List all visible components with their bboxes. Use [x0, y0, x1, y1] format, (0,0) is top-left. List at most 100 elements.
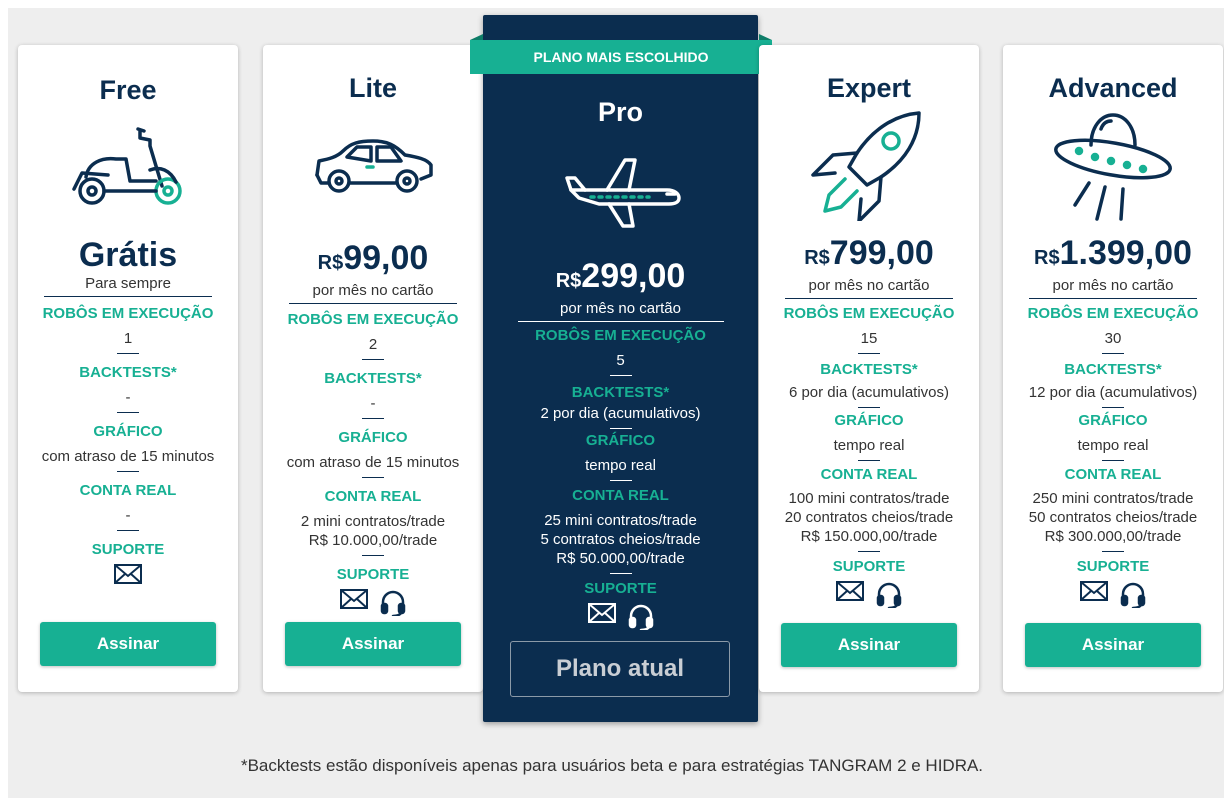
subscribe-button[interactable]: Assinar [1025, 623, 1201, 667]
currency: R$ [555, 270, 582, 292]
support-label: SUPORTE [336, 566, 410, 583]
backtests-footnote: *Backtests estão disponíveis apenas para… [240, 756, 984, 775]
plan-card-lite: Lite R$99,00 por mês no cartão ROBÔS EM … [263, 45, 483, 692]
divider [609, 428, 632, 429]
plan-price: Grátis [78, 236, 178, 274]
backtests-label: BACKTESTS* [571, 384, 670, 401]
plan-name: Expert [826, 73, 912, 103]
headset-icon [380, 590, 406, 616]
subscribe-button[interactable]: Assinar [40, 622, 216, 666]
backtests-value: - [370, 395, 376, 412]
ufo-icon [1054, 113, 1172, 221]
chart-label: GRÁFICO [1078, 412, 1148, 429]
plan-price: R$799,00 [759, 235, 979, 276]
real-account-value: R$ 150.000,00/trade [800, 528, 938, 545]
headset-icon [876, 582, 902, 608]
plan-card-pro: Pro R$299,00 por mês no cartão ROBÔS EM … [483, 15, 758, 722]
car-icon [315, 139, 433, 193]
price-period: por mês no cartão [560, 300, 681, 317]
price-amount: 1.399,00 [1059, 234, 1192, 272]
divider [1102, 460, 1124, 461]
current-plan-button[interactable]: Plano atual [510, 641, 730, 697]
price-amount: 799,00 [829, 234, 934, 272]
price-period: por mês no cartão [808, 277, 930, 294]
plan-price: R$299,00 [483, 258, 758, 299]
divider [117, 471, 139, 472]
subscribe-button[interactable]: Assinar [285, 622, 461, 666]
email-icon [587, 603, 616, 623]
airplane-icon [565, 158, 681, 228]
real-account-label: CONTA REAL [1064, 466, 1162, 483]
real-account-label: CONTA REAL [324, 488, 422, 505]
rocket-icon [811, 111, 921, 221]
chart-label: GRÁFICO [585, 432, 656, 449]
chart-value: com atraso de 15 minutos [41, 448, 215, 465]
divider [609, 573, 632, 574]
robots-label: ROBÔS EM EXECUÇÃO [1027, 305, 1199, 322]
chart-value: tempo real [585, 457, 656, 474]
divider [289, 303, 457, 304]
price-amount: 99,00 [343, 239, 429, 277]
divider [117, 353, 139, 354]
backtests-label: BACKTESTS* [1064, 361, 1162, 378]
real-account-value: 2 mini contratos/trade [300, 513, 446, 530]
real-account-label: CONTA REAL [820, 466, 918, 483]
plan-card-expert: Expert R$799,00 por mês no cartão ROBÔS … [759, 45, 979, 692]
divider [362, 359, 384, 360]
email-icon [836, 581, 864, 601]
subscribe-button[interactable]: Assinar [781, 623, 957, 667]
robots-label: ROBÔS EM EXECUÇÃO [535, 327, 706, 344]
divider [858, 551, 880, 552]
email-icon [1080, 581, 1108, 601]
divider [117, 412, 139, 413]
headset-icon [1120, 582, 1146, 608]
support-label: SUPORTE [91, 541, 165, 558]
divider [44, 296, 212, 297]
real-account-label: CONTA REAL [572, 487, 669, 504]
price-period: por mês no cartão [312, 282, 434, 299]
price-period: por mês no cartão [1052, 277, 1174, 294]
chart-label: GRÁFICO [93, 423, 163, 440]
plan-name: Advanced [1048, 73, 1178, 103]
divider [117, 530, 139, 531]
currency: R$ [804, 247, 830, 269]
real-account-value: 25 mini contratos/trade [544, 512, 697, 529]
real-account-label: CONTA REAL [79, 482, 177, 499]
plan-name: Pro [597, 97, 643, 127]
robots-value: 15 [860, 330, 878, 347]
support-label: SUPORTE [1076, 558, 1150, 575]
plan-card-free: Free Grátis Para sempre ROBÔS EM EXECUÇÃ… [18, 45, 238, 692]
divider [1102, 407, 1124, 408]
real-account-value: R$ 10.000,00/trade [308, 532, 438, 549]
support-label: SUPORTE [584, 580, 657, 597]
robots-value: 2 [368, 336, 378, 353]
most-chosen-ribbon: PLANO MAIS ESCOLHIDO [470, 34, 772, 74]
divider [362, 555, 384, 556]
currency: R$ [1034, 247, 1060, 269]
backtests-label: BACKTESTS* [820, 361, 918, 378]
divider [858, 353, 880, 354]
price-period: Para sempre [85, 275, 171, 292]
divider [609, 375, 632, 376]
headset-icon [628, 604, 653, 630]
plan-price: R$1.399,00 [1003, 235, 1223, 276]
plan-price: R$99,00 [263, 240, 483, 281]
divider [362, 418, 384, 419]
plan-name: Free [99, 75, 157, 105]
real-account-value: R$ 50.000,00/trade [556, 550, 685, 567]
email-icon [340, 589, 368, 609]
robots-label: ROBÔS EM EXECUÇÃO [783, 305, 955, 322]
plan-name: Lite [348, 73, 397, 103]
chart-label: GRÁFICO [338, 429, 408, 446]
robots-value: 30 [1104, 330, 1122, 347]
robots-value: 5 [616, 352, 625, 369]
robots-label: ROBÔS EM EXECUÇÃO [287, 311, 459, 328]
email-icon [114, 564, 142, 584]
divider [517, 321, 724, 322]
divider [1102, 551, 1124, 552]
currency: R$ [317, 252, 344, 274]
divider [1102, 353, 1124, 354]
backtests-label: BACKTESTS* [79, 364, 177, 381]
plan-card-advanced: Advanced R$1.399,00 por mês no cartão RO… [1003, 45, 1223, 692]
divider [1029, 298, 1197, 299]
